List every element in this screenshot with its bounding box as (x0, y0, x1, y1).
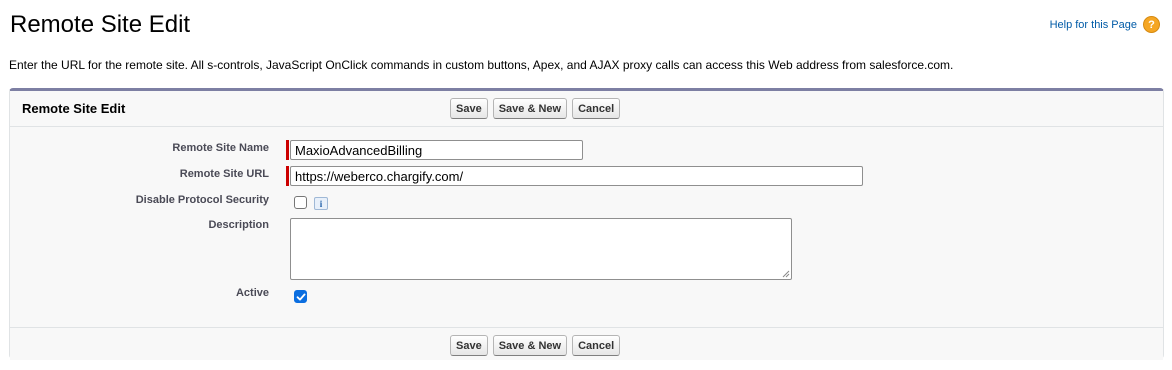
save-button[interactable]: Save (450, 98, 488, 119)
remote-site-name-label: Remote Site Name (172, 142, 269, 154)
remote-site-url-input[interactable] (290, 166, 863, 186)
save-button[interactable]: Save (450, 335, 488, 356)
form-body: Remote Site Name Remote Site URL Disable… (10, 127, 1163, 327)
intro-text: Enter the URL for the remote site. All s… (9, 58, 954, 72)
block-title: Remote Site Edit (22, 101, 126, 116)
remote-site-url-label: Remote Site URL (179, 168, 269, 180)
active-checkbox[interactable] (294, 290, 307, 303)
disable-protocol-security-label: Disable Protocol Security (135, 194, 269, 206)
cancel-button[interactable]: Cancel (572, 98, 621, 119)
description-label: Description (208, 219, 269, 231)
question-icon: ? (1143, 16, 1160, 33)
info-icon[interactable]: i (314, 197, 328, 210)
remote-site-name-input[interactable] (290, 140, 583, 160)
active-label: Active (235, 287, 269, 299)
block-header: Remote Site Edit Save Save & New Cancel (10, 91, 1163, 127)
top-button-row: Save Save & New Cancel (450, 98, 621, 119)
disable-protocol-security-checkbox[interactable] (294, 196, 307, 209)
remote-site-edit-block: Remote Site Edit Save Save & New Cancel … (9, 88, 1164, 360)
required-indicator (286, 140, 289, 160)
resize-grip-icon[interactable] (782, 270, 790, 278)
help-link[interactable]: Help for this Page ? (1050, 16, 1160, 33)
save-and-new-button[interactable]: Save & New (492, 98, 568, 119)
save-and-new-button[interactable]: Save & New (492, 335, 568, 356)
required-indicator (286, 166, 289, 186)
cancel-button[interactable]: Cancel (572, 335, 621, 356)
bottom-button-row: Save Save & New Cancel (450, 335, 621, 356)
description-textarea[interactable] (290, 218, 792, 280)
checkmark-icon (296, 293, 305, 300)
help-link-label: Help for this Page (1049, 18, 1137, 31)
page-title: Remote Site Edit (10, 11, 191, 38)
block-footer: Save Save & New Cancel (10, 327, 1163, 360)
